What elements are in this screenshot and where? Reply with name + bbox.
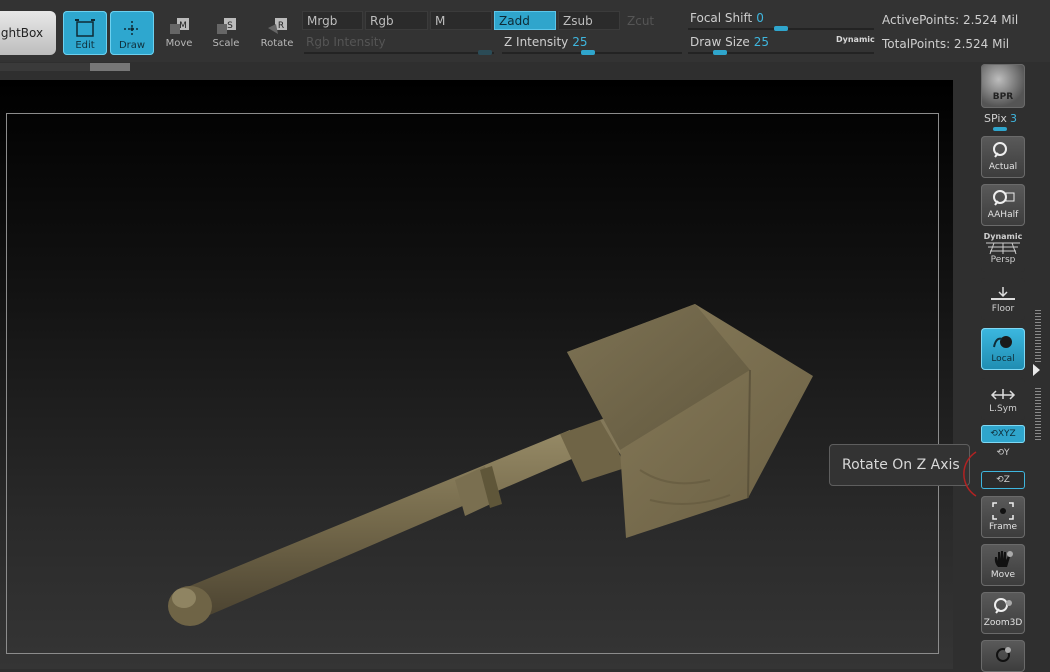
rotate-z-icon: ⟲ — [996, 475, 1004, 485]
persp-label: Persp — [990, 255, 1016, 265]
zoom-magnifier-icon — [994, 598, 1012, 614]
scrollbar-thumb[interactable] — [90, 63, 130, 71]
lightbox-label: LightBox — [0, 26, 44, 40]
scale-key-text: S — [227, 21, 233, 31]
rotate-label: Rotate — [260, 38, 294, 49]
rotate-gizmo-arc — [963, 451, 977, 497]
active-points-stat: ActivePoints: 2.524 Mil — [882, 13, 1019, 27]
rotate-mode-button[interactable]: R Rotate — [255, 18, 299, 54]
spix-label: SPix — [984, 112, 1007, 125]
local-symmetry-icon — [990, 389, 1016, 400]
hand-icon — [994, 551, 1013, 567]
floor-grid-icon — [991, 287, 1015, 300]
xyz-label: XYZ — [997, 429, 1016, 439]
perspective-grid-icon — [986, 242, 1020, 255]
local-button[interactable]: Local — [981, 328, 1025, 370]
draw-label: Draw — [118, 40, 146, 51]
rotate-tool-icon: R — [268, 18, 287, 34]
lsym-label: L.Sym — [989, 404, 1017, 414]
move-tool-icon: M — [170, 18, 189, 34]
rotate-key-text: R — [278, 21, 284, 31]
draw-size-slider-label: Draw Size 25 — [690, 35, 769, 49]
move-view-button[interactable]: Move — [981, 544, 1025, 586]
z-intensity-knob[interactable] — [581, 50, 595, 55]
shelf-scroll-grip-bottom[interactable] — [1035, 388, 1041, 440]
local-transform-icon — [993, 336, 1012, 348]
rotate-z-button[interactable]: ⟲Z — [981, 471, 1025, 489]
mrgb-button[interactable]: Mrgb — [302, 11, 363, 30]
scale-label: Scale — [212, 38, 240, 49]
zsub-button[interactable]: Zsub — [558, 11, 620, 30]
move-view-label: Move — [990, 570, 1016, 580]
frame-label: Frame — [988, 522, 1018, 532]
z-label: Z — [1003, 475, 1010, 485]
move-mode-button[interactable]: M Move — [157, 18, 201, 54]
edit-mode-button[interactable]: Edit — [63, 11, 107, 55]
move-label: Move — [165, 38, 193, 49]
rgb-button[interactable]: Rgb — [365, 11, 428, 30]
shelf-scroll-grip-top[interactable] — [1035, 310, 1041, 362]
rotate-xyz-icon: ⟲ — [990, 429, 998, 439]
focal-shift-value: 0 — [756, 11, 764, 25]
y-label: Y — [1004, 448, 1010, 458]
bpr-render-button[interactable]: BPR — [981, 64, 1025, 108]
right-shelf: BPR SPix 3 Actual AAHalf Dynamic Persp Fl… — [978, 62, 1050, 672]
dynamic-toggle[interactable]: Dynamic — [836, 35, 875, 44]
rgb-intensity-slider[interactable] — [304, 52, 494, 54]
edit-icon — [75, 19, 95, 37]
rgb-intensity-label: Rgb Intensity — [306, 35, 386, 49]
rotate-view-button[interactable] — [981, 640, 1025, 672]
floor-button[interactable]: Floor — [981, 278, 1025, 320]
rotate-view-icon — [996, 647, 1011, 662]
total-points-stat: TotalPoints: 2.524 Mil — [882, 37, 1010, 51]
aahalf-label: AAHalf — [987, 210, 1019, 220]
actual-label: Actual — [988, 162, 1018, 172]
spix-slider-label: SPix 3 — [984, 112, 1017, 125]
z-intensity-label: Z Intensity — [504, 35, 569, 49]
scale-tool-icon: S — [217, 18, 236, 34]
draw-icon — [124, 21, 140, 37]
magnifier-half-icon — [993, 190, 1015, 206]
persp-dynamic-label: Dynamic — [983, 232, 1023, 241]
rotate-y-button[interactable]: ⟲Y — [981, 448, 1025, 464]
shovel-model[interactable] — [150, 280, 830, 640]
frame-icon — [992, 502, 1014, 520]
horizontal-scrollbar[interactable] — [0, 63, 130, 71]
zoom3d-button[interactable]: Zoom3D — [981, 592, 1025, 634]
edit-label: Edit — [75, 40, 95, 51]
spix-knob[interactable] — [993, 127, 1007, 131]
draw-size-label: Draw Size — [690, 35, 750, 49]
rgb-intensity-knob[interactable] — [478, 50, 492, 55]
actual-button[interactable]: Actual — [981, 136, 1025, 178]
zcut-button[interactable]: Zcut — [622, 11, 682, 30]
focal-shift-label: Focal Shift — [690, 11, 753, 25]
persp-button[interactable]: Dynamic Persp — [981, 230, 1025, 272]
rotate-xyz-button[interactable]: ⟲XYZ — [981, 425, 1025, 443]
bpr-label: BPR — [992, 92, 1014, 102]
zoom3d-label: Zoom3D — [983, 618, 1023, 628]
scale-mode-button[interactable]: S Scale — [204, 18, 248, 54]
lightbox-button[interactable]: LightBox — [0, 11, 56, 55]
move-key-text: M — [179, 21, 187, 31]
frame-button[interactable]: Frame — [981, 496, 1025, 538]
focal-shift-knob[interactable] — [774, 26, 788, 31]
floor-label: Floor — [991, 304, 1015, 314]
draw-size-value: 25 — [753, 35, 770, 49]
z-intensity-slider-label: Z Intensity 25 — [504, 35, 588, 49]
zadd-button[interactable]: Zadd — [494, 11, 556, 30]
spix-value: 3 — [1009, 112, 1017, 125]
draw-mode-button[interactable]: Draw — [110, 11, 154, 55]
local-label: Local — [991, 354, 1015, 364]
draw-size-knob[interactable] — [713, 50, 727, 55]
canvas-viewport[interactable] — [0, 80, 953, 669]
focal-shift-slider-label: Focal Shift 0 — [690, 11, 764, 25]
aahalf-button[interactable]: AAHalf — [981, 184, 1025, 226]
rotate-y-icon: ⟲ — [996, 448, 1005, 458]
shelf-collapse-arrow[interactable] — [1033, 364, 1040, 376]
z-intensity-value: 25 — [572, 35, 588, 49]
lsym-button[interactable]: L.Sym — [981, 378, 1025, 420]
m-button[interactable]: M — [430, 11, 492, 30]
magnifier-icon — [993, 142, 1007, 158]
top-toolbar: LightBox Edit Draw M Move S Scale R Rota… — [0, 0, 1050, 62]
